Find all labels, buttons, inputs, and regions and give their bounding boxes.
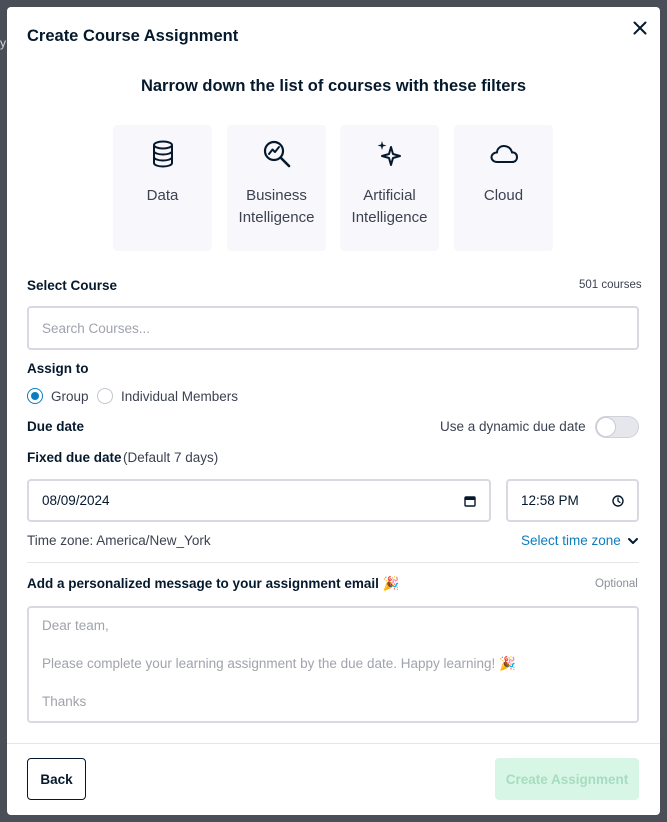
timezone-text: Time zone: America/New_York (27, 533, 211, 548)
due-time-input[interactable]: 12:58 PM (506, 479, 639, 522)
time-value: 12:58 PM (521, 493, 579, 508)
modal-title: Create Course Assignment (27, 27, 239, 45)
toggle-knob (596, 417, 616, 437)
background-fragment: y (0, 36, 6, 50)
due-date-input[interactable]: 08/09/2024 (27, 479, 491, 522)
course-search-input[interactable] (27, 306, 639, 350)
magnifier-chart-icon (262, 139, 292, 169)
radio-unselected-indicator (97, 388, 113, 404)
calendar-icon[interactable] (464, 495, 476, 507)
date-value: 08/09/2024 (42, 493, 110, 508)
radio-label: Group (51, 388, 89, 404)
radio-selected-indicator (27, 388, 43, 404)
filter-card-artificial-intelligence[interactable]: Artificial Intelligence (340, 125, 439, 251)
section-divider (27, 562, 639, 563)
message-textarea[interactable]: Dear team, Please complete your learning… (27, 606, 639, 723)
message-line: Dear team, (42, 618, 109, 633)
create-assignment-modal: Create Course Assignment Narrow down the… (7, 7, 660, 815)
filter-label: Cloud (483, 187, 524, 204)
create-assignment-button[interactable]: Create Assignment (495, 758, 639, 800)
filters-heading: Narrow down the list of courses with the… (140, 77, 527, 95)
filter-label: Business Intelligence (238, 187, 315, 226)
clock-icon[interactable] (612, 494, 624, 507)
filter-label: Data (146, 187, 179, 204)
close-button[interactable] (629, 17, 651, 39)
dynamic-due-date-toggle[interactable] (595, 416, 639, 438)
select-timezone-link[interactable]: Select time zone (521, 533, 639, 548)
radio-label: Individual Members (121, 388, 239, 404)
message-line: Thanks (42, 694, 87, 709)
filter-card-cloud[interactable]: Cloud (454, 125, 553, 251)
close-icon (633, 21, 647, 35)
select-timezone-label: Select time zone (521, 533, 621, 548)
fixed-due-date-label: Fixed due date (27, 450, 122, 465)
database-icon (151, 139, 175, 169)
filter-label: Artificial Intelligence (351, 187, 428, 226)
sparkles-icon (375, 139, 405, 169)
message-label: Add a personalized message to your assig… (27, 576, 400, 591)
due-date-label: Due date (27, 419, 85, 434)
message-line: Please complete your learning assignment… (42, 656, 516, 671)
fixed-due-date-hint: (Default 7 days) (123, 450, 219, 465)
course-count: 501 courses (579, 279, 642, 291)
assign-group-radio[interactable]: Group (27, 388, 89, 404)
cloud-icon (489, 139, 519, 169)
filter-card-business-intelligence[interactable]: Business Intelligence (227, 125, 326, 251)
select-course-label: Select Course (27, 278, 118, 293)
filter-card-data[interactable]: Data (113, 125, 212, 251)
assign-individual-radio[interactable]: Individual Members (97, 388, 238, 404)
dynamic-due-date-label: Use a dynamic due date (440, 419, 586, 434)
chevron-down-icon (627, 537, 638, 544)
back-button[interactable]: Back (27, 758, 86, 800)
assign-to-label: Assign to (27, 361, 89, 376)
footer-divider (7, 743, 660, 744)
optional-tag: Optional (595, 578, 638, 590)
